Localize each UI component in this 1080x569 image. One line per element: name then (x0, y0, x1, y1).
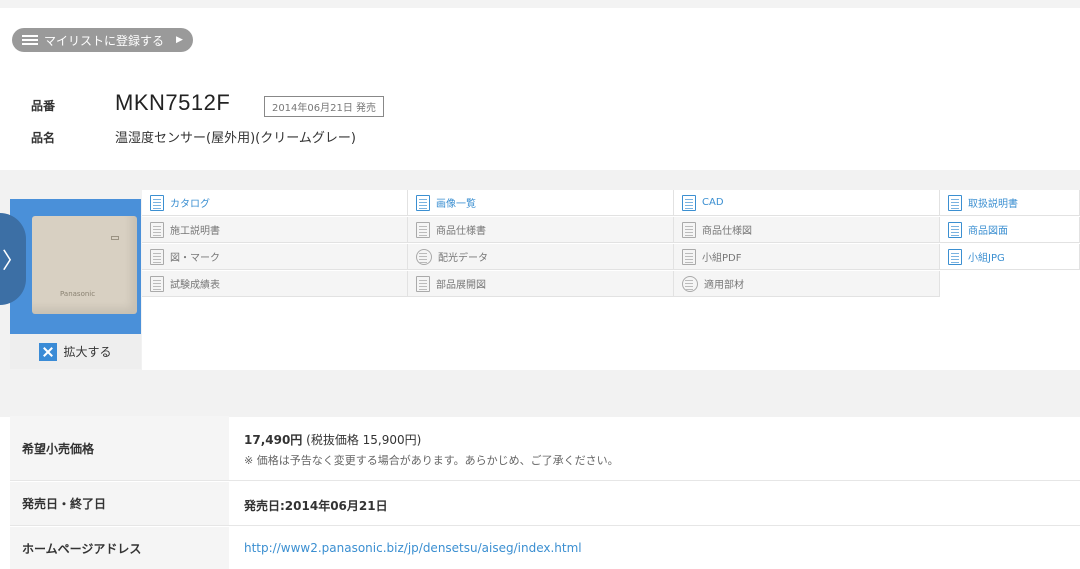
doc-installation-manual: 施工説明書 (142, 217, 408, 243)
cad-icon (682, 194, 696, 211)
light-icon (416, 248, 432, 265)
doc-assembly-jpg[interactable]: 小組JPG (940, 244, 1080, 270)
date-value: 発売日:2014年06月21日 (244, 499, 388, 513)
product-name: 温湿度センサー(屋外用)(クリームグレー) (115, 131, 356, 146)
price-value: 17,490円 (244, 433, 303, 447)
add-to-mylist-button[interactable]: マイリストに登録する ▶ (12, 28, 193, 52)
doc-assembly-pdf: 小組PDF (674, 244, 940, 270)
doc-label: 小組PDF (702, 253, 742, 264)
document-icon (948, 221, 962, 238)
doc-parts-exploded: 部品展開図 (408, 271, 674, 297)
chevron-right-icon: ▶ (176, 35, 183, 45)
jpg-icon (948, 248, 962, 265)
doc-light-distribution: 配光データ (408, 244, 674, 270)
document-icon (948, 194, 962, 211)
price-tax: (税抜価格 15,900円) (306, 433, 422, 447)
product-photo[interactable]: Panasonic (10, 199, 141, 334)
spec-row-price: 希望小売価格 17,490円 (税抜価格 15,900円) ※ 価格は予告なく変… (10, 416, 1080, 481)
doc-image-list[interactable]: 画像一覧 (408, 190, 674, 216)
price-label: 希望小売価格 (10, 416, 229, 480)
document-icon (150, 221, 164, 238)
zoom-button[interactable]: 拡大する (10, 334, 141, 369)
image-icon (416, 194, 430, 211)
doc-label: 部品展開図 (436, 280, 486, 291)
zoom-label: 拡大する (63, 345, 112, 359)
doc-label: 試験成績表 (170, 280, 220, 291)
expand-icon (39, 342, 58, 361)
doc-label: 図・マーク (170, 253, 220, 264)
doc-label: 小組JPG (968, 253, 1005, 264)
doc-label: 配光データ (438, 253, 488, 264)
doc-spec-drawing: 商品仕様図 (674, 217, 940, 243)
doc-product-drawing[interactable]: 商品図面 (940, 217, 1080, 243)
doc-label: 施工説明書 (170, 226, 220, 237)
doc-spec-sheet: 商品仕様書 (408, 217, 674, 243)
device-slot (111, 236, 119, 240)
add-to-mylist-label: マイリストに登録する (44, 33, 165, 48)
homepage-label: ホームページアドレス (10, 527, 229, 569)
document-icon (416, 221, 430, 238)
document-icon (150, 275, 164, 292)
doc-cad[interactable]: CAD (674, 190, 940, 216)
price-note: ※ 価格は予告なく変更する場合があります。あらかじめ、ご了承ください。 (244, 454, 619, 467)
release-date-badge: 2014年06月21日 発売 (264, 96, 384, 117)
parts-icon (416, 275, 430, 292)
sensor-device-image: Panasonic (32, 216, 137, 314)
spec-row-homepage: ホームページアドレス http://www2.panasonic.biz/jp/… (10, 527, 1080, 569)
doc-applicable-parts: 適用部材 (674, 271, 940, 297)
prev-image-arrow-icon[interactable]: 〉 (0, 213, 26, 305)
product-number-label: 品番 (31, 99, 56, 113)
doc-catalog[interactable]: カタログ (142, 190, 408, 216)
doc-label: 商品図面 (968, 226, 1008, 237)
doc-label: 適用部材 (704, 280, 744, 291)
product-name-label: 品名 (31, 131, 56, 145)
spec-row-date: 発売日・終了日 発売日:2014年06月21日 (10, 482, 1080, 526)
device-brand-logo: Panasonic (60, 290, 96, 298)
doc-label: 取扱説明書 (968, 199, 1018, 210)
doc-label: 商品仕様図 (702, 226, 752, 237)
doc-label: 画像一覧 (436, 199, 476, 210)
product-number: MKN7512F (115, 90, 231, 115)
parts-list-icon (682, 275, 698, 292)
doc-label: CAD (702, 197, 724, 208)
doc-label: カタログ (170, 199, 210, 210)
document-icon (682, 221, 696, 238)
doc-test-report: 試験成績表 (142, 271, 408, 297)
document-links-grid: カタログ 施工説明書 図・マーク 試験成績表 画像一覧 商品仕様書 配光データ … (142, 190, 1080, 370)
list-icon (22, 34, 38, 46)
date-label: 発売日・終了日 (10, 482, 229, 525)
doc-figure-mark: 図・マーク (142, 244, 408, 270)
doc-label: 商品仕様書 (436, 226, 486, 237)
homepage-link[interactable]: http://www2.panasonic.biz/jp/densetsu/ai… (244, 541, 582, 555)
doc-instruction-manual[interactable]: 取扱説明書 (940, 190, 1080, 216)
book-icon (150, 194, 164, 211)
price-value-line: 17,490円 (税抜価格 15,900円) (244, 431, 421, 448)
mark-icon (150, 248, 164, 265)
top-strip (0, 0, 1080, 8)
pdf-icon (682, 248, 696, 265)
